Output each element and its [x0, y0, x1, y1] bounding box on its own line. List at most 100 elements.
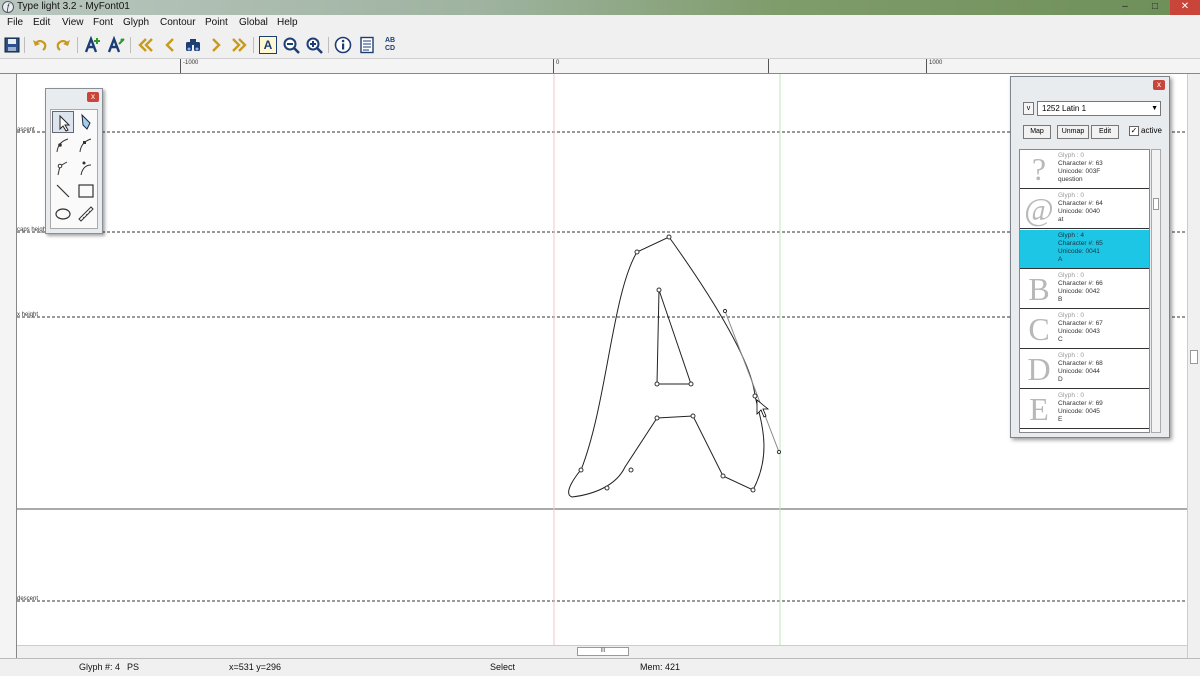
- unicode-value: Unicode: 003F: [1058, 168, 1101, 175]
- previous-glyph-icon[interactable]: [161, 36, 179, 54]
- menu-global[interactable]: Global: [239, 17, 268, 28]
- corner-point-icon[interactable]: [75, 134, 97, 156]
- active-checkbox[interactable]: ✓: [1129, 126, 1139, 136]
- character-number: Character #: 66: [1058, 280, 1103, 287]
- ascent-label: ascent: [17, 127, 35, 133]
- unicode-value: Unicode: 0044: [1058, 368, 1100, 375]
- contour-point[interactable]: [720, 473, 726, 479]
- list-scroll-thumb[interactable]: [1153, 198, 1159, 210]
- list-item[interactable]: E Glyph : 0 Character #: 69 Unicode: 004…: [1020, 390, 1149, 429]
- contour-point[interactable]: [656, 287, 662, 293]
- glyph-info: Glyph : 0 Character #: 64 Unicode: 0040 …: [1058, 192, 1103, 224]
- close-window-button[interactable]: ✕: [1170, 0, 1200, 15]
- list-item[interactable]: @ Glyph : 0 Character #: 64 Unicode: 004…: [1020, 190, 1149, 229]
- minimize-button[interactable]: –: [1110, 0, 1140, 15]
- undo-icon[interactable]: [31, 36, 49, 54]
- status-bar: Glyph #: 4 PS x=531 y=296 Select Mem: 42…: [0, 658, 1200, 676]
- tools-grid: [50, 109, 98, 229]
- ellipse-icon[interactable]: [52, 203, 74, 225]
- menu-glyph[interactable]: Glyph: [123, 17, 149, 28]
- info-icon[interactable]: [334, 36, 352, 54]
- control-handle[interactable]: [724, 310, 780, 453]
- character-number: Character #: 65: [1058, 240, 1103, 247]
- horizontal-scrollbar[interactable]: III: [17, 645, 1187, 658]
- contour-point[interactable]: [634, 249, 640, 255]
- glyph-preview: ?: [1031, 151, 1047, 187]
- menu-file[interactable]: File: [7, 17, 23, 28]
- edit-glyph-icon[interactable]: [107, 36, 125, 54]
- contour-point[interactable]: [654, 381, 660, 387]
- list-item[interactable]: ? Glyph : 0 Character #: 63 Unicode: 003…: [1020, 150, 1149, 189]
- ruler-label-minus-1000: -1000: [183, 60, 199, 66]
- edit-button[interactable]: Edit: [1091, 125, 1119, 139]
- close-panel-button[interactable]: x: [1153, 80, 1165, 90]
- contour-point[interactable]: [578, 467, 584, 473]
- close-palette-button[interactable]: x: [87, 92, 99, 102]
- list-item[interactable]: C Glyph : 0 Character #: 67 Unicode: 004…: [1020, 310, 1149, 349]
- zoom-out-icon[interactable]: [282, 36, 300, 54]
- contour-point[interactable]: [688, 381, 694, 387]
- menu-edit[interactable]: Edit: [33, 17, 50, 28]
- toolbar-separator: [77, 37, 78, 53]
- contour-point[interactable]: [690, 413, 696, 419]
- active-label: active: [1141, 126, 1162, 135]
- glyph-preview: C: [1028, 311, 1050, 347]
- codepage-toggle-button[interactable]: v: [1023, 102, 1034, 115]
- contour-point[interactable]: [666, 234, 672, 240]
- abcd-bottom-text: CD: [384, 45, 396, 52]
- glyph-info: Glyph : 0 Character #: 68 Unicode: 0044 …: [1058, 352, 1103, 384]
- glyph-outer-contour[interactable]: [568, 236, 765, 498]
- list-icon[interactable]: [358, 36, 376, 54]
- menu-help[interactable]: Help: [277, 17, 298, 28]
- rectangle-icon[interactable]: [75, 180, 97, 202]
- abcd-icon[interactable]: AB CD: [381, 36, 399, 54]
- control-point[interactable]: [776, 449, 782, 455]
- find-glyph-icon[interactable]: [184, 36, 202, 54]
- list-item-selected[interactable]: Glyph : 4 Character #: 65 Unicode: 0041 …: [1020, 230, 1149, 269]
- glyph-index: Glyph : 0: [1058, 192, 1085, 199]
- status-coordinates: x=531 y=296: [229, 662, 282, 672]
- glyph-name: E: [1058, 416, 1063, 423]
- next-glyph-icon[interactable]: [207, 36, 225, 54]
- contour-point[interactable]: [752, 393, 758, 399]
- contour-points: [578, 234, 782, 493]
- character-list-scrollbar[interactable]: [1151, 149, 1161, 433]
- contour-point[interactable]: [750, 487, 756, 493]
- codepage-select[interactable]: 1252 Latin 1 ▼: [1037, 101, 1161, 116]
- last-glyph-icon[interactable]: [230, 36, 248, 54]
- contour-point[interactable]: [628, 467, 634, 473]
- vertical-scrollbar[interactable]: [1187, 74, 1200, 658]
- horizontal-scroll-thumb[interactable]: III: [577, 647, 629, 656]
- redo-icon[interactable]: [54, 36, 72, 54]
- menu-view[interactable]: View: [62, 17, 84, 28]
- contour-point[interactable]: [654, 415, 660, 421]
- first-glyph-icon[interactable]: [137, 36, 155, 54]
- maximize-button[interactable]: □: [1140, 0, 1170, 15]
- list-item[interactable]: B Glyph : 0 Character #: 66 Unicode: 004…: [1020, 270, 1149, 309]
- vertical-scroll-thumb[interactable]: [1190, 350, 1198, 364]
- map-button[interactable]: Map: [1023, 125, 1051, 139]
- menu-point[interactable]: Point: [205, 17, 228, 28]
- menu-contour[interactable]: Contour: [160, 17, 196, 28]
- contour-point[interactable]: [604, 485, 610, 491]
- add-glyph-icon[interactable]: [84, 36, 102, 54]
- curve-point-icon[interactable]: [52, 134, 74, 156]
- ruler-icon[interactable]: [75, 203, 97, 225]
- save-icon[interactable]: [3, 36, 21, 54]
- glyph-info: Glyph : 0 Character #: 69 Unicode: 0045 …: [1058, 392, 1103, 424]
- toolbar-separator: [130, 37, 131, 53]
- control-point[interactable]: [722, 308, 728, 314]
- toolbar-separator: [253, 37, 254, 53]
- menu-font[interactable]: Font: [93, 17, 113, 28]
- line-icon[interactable]: [52, 180, 74, 202]
- glyph-inner-contour[interactable]: [656, 289, 692, 385]
- select-arrow-icon[interactable]: [52, 111, 74, 133]
- unmap-button[interactable]: Unmap: [1057, 125, 1089, 139]
- zoom-in-icon[interactable]: [305, 36, 323, 54]
- list-item[interactable]: D Glyph : 0 Character #: 68 Unicode: 004…: [1020, 350, 1149, 389]
- smooth-point-icon[interactable]: [75, 157, 97, 179]
- preview-icon[interactable]: A: [259, 36, 277, 54]
- pen-icon[interactable]: [75, 111, 97, 133]
- tangent-point-icon[interactable]: [52, 157, 74, 179]
- character-map-panel: x v 1252 Latin 1 ▼ Map Unmap Edit ✓ acti…: [1010, 76, 1170, 438]
